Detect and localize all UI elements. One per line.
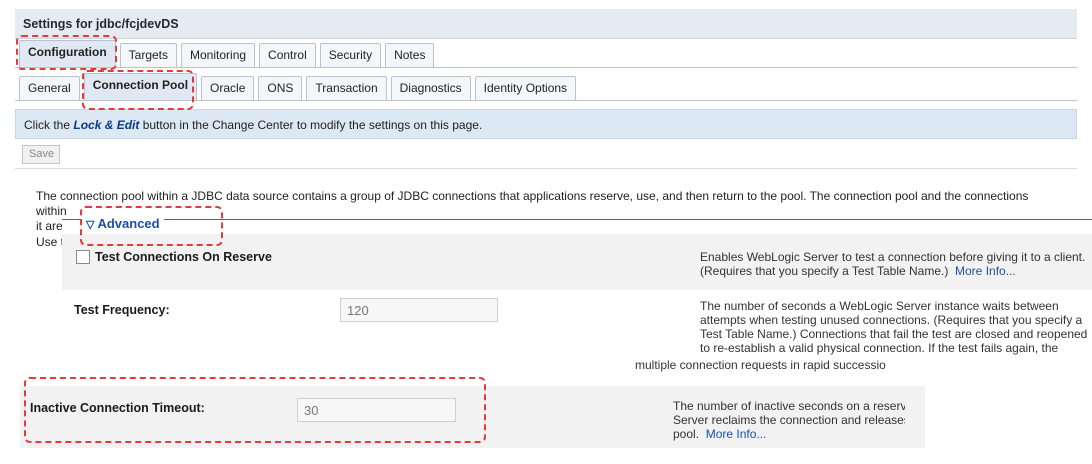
description-use: Use t — [36, 235, 65, 249]
inactive-help-line-1: The number of inactive seconds on a rese… — [673, 399, 905, 413]
highlight-configuration-tab — [16, 35, 117, 70]
test-connections-help: Enables WebLogic Server to test a connec… — [700, 250, 1090, 278]
inactive-help-line-2: Server reclaims the connection and relea… — [673, 413, 905, 427]
tab-targets[interactable]: Targets — [119, 43, 178, 67]
test-connections-label: Test Connections On Reserve — [95, 250, 272, 264]
tab-ons[interactable]: ONS — [258, 76, 303, 100]
inactive-timeout-help: The number of inactive seconds on a rese… — [673, 399, 905, 441]
tab-control[interactable]: Control — [259, 43, 316, 67]
info-message: Click the Lock & Edit button in the Chan… — [15, 109, 1077, 139]
info-suffix: button in the Change Center to modify th… — [139, 118, 483, 132]
test-frequency-label: Test Frequency: — [74, 303, 170, 317]
test-frequency-help-tail: multiple connection requests in rapid su… — [635, 358, 886, 372]
save-button: Save — [22, 145, 60, 164]
info-prefix: Click the — [24, 118, 74, 132]
highlight-connection-pool-tab — [82, 70, 194, 110]
tab-monitoring[interactable]: Monitoring — [181, 43, 256, 67]
tab-notes[interactable]: Notes — [385, 43, 435, 67]
page-title-text: Settings for jdbc/fcjdevDS — [23, 17, 179, 31]
test-connections-help-text: Enables WebLogic Server to test a connec… — [700, 250, 1086, 278]
lock-edit-link[interactable]: Lock & Edit — [73, 118, 139, 132]
inactive-help-line-3: pool. More Info... — [673, 427, 905, 441]
inactive-help-pool: pool. — [673, 427, 700, 441]
divider — [15, 168, 1077, 169]
more-info-link[interactable]: More Info... — [706, 427, 767, 441]
tab-security[interactable]: Security — [319, 43, 382, 67]
tab-identity-options[interactable]: Identity Options — [474, 76, 577, 100]
highlight-advanced — [80, 206, 223, 246]
page-title: Settings for jdbc/fcjdevDS — [15, 9, 1077, 39]
tab-transaction[interactable]: Transaction — [306, 76, 387, 100]
highlight-inactive-timeout — [24, 377, 486, 443]
tab-diagnostics[interactable]: Diagnostics — [390, 76, 471, 100]
more-info-link[interactable]: More Info... — [955, 264, 1016, 278]
tab-oracle[interactable]: Oracle — [201, 76, 255, 100]
test-frequency-input[interactable]: 120 — [340, 298, 498, 322]
tab-general[interactable]: General — [19, 76, 80, 100]
test-frequency-help: The number of seconds a WebLogic Server … — [700, 299, 1088, 355]
tab-divider — [15, 67, 1077, 68]
test-connections-checkbox[interactable] — [76, 250, 90, 264]
